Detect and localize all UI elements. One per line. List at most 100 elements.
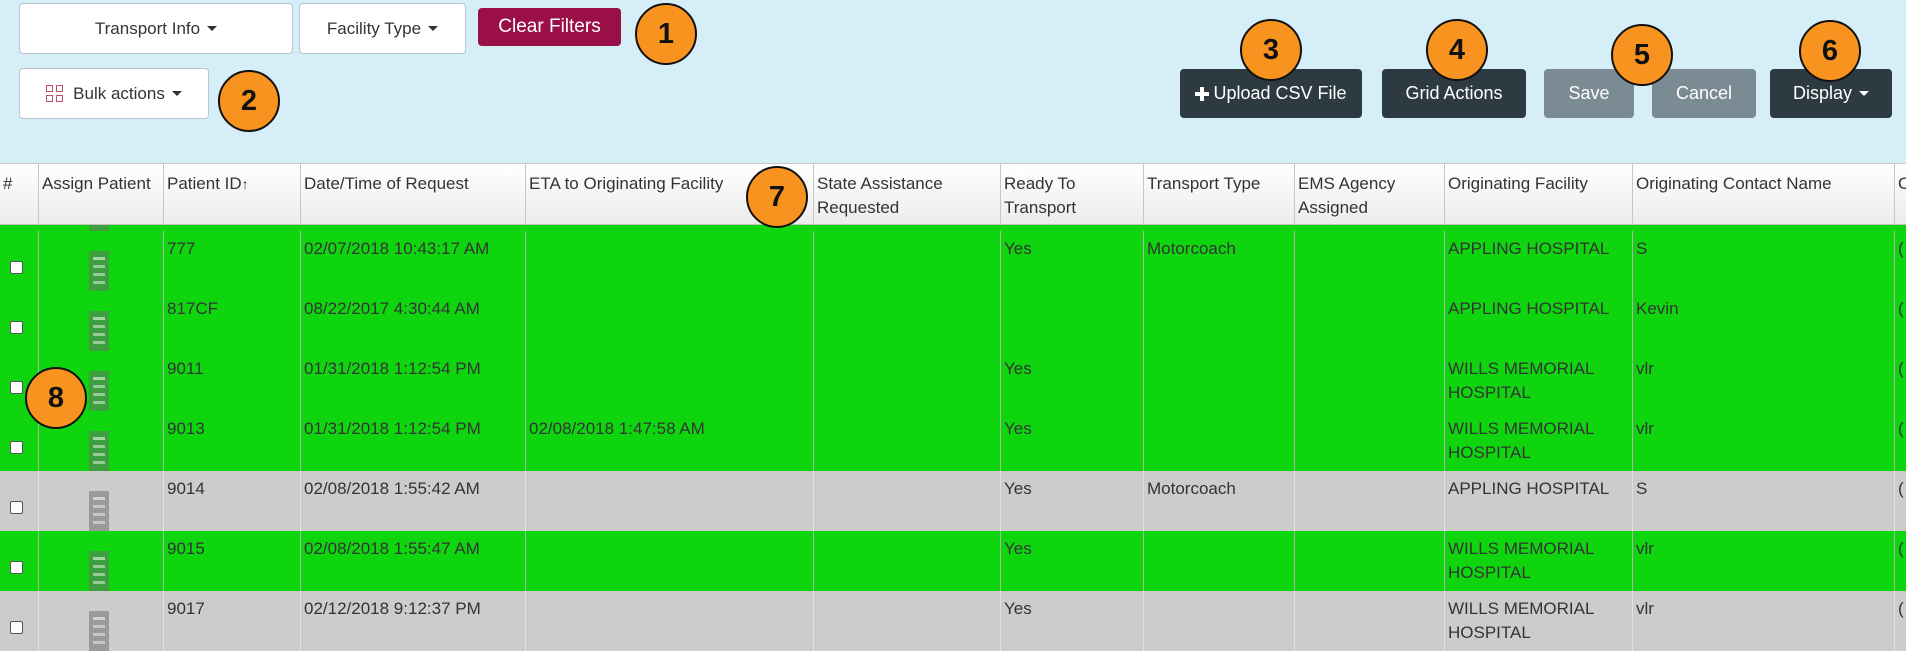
hospital-icon[interactable] [89,551,109,591]
grid-icon [46,85,64,102]
cell-patient-id: 9017 [164,591,301,651]
cell-transport-type [1144,591,1295,651]
column-header-ready-to-transport[interactable]: Ready To Transport [1001,164,1144,226]
hospital-icon[interactable] [89,251,109,291]
cancel-button[interactable]: Cancel [1652,69,1756,118]
column-header-originating-contact[interactable]: Originating Contact Name [1633,164,1895,226]
clear-filters-label: Clear Filters [498,16,601,37]
patient-grid: # Assign Patient Patient ID↑ Date/Time o… [0,163,1906,657]
cell-ready [1001,291,1144,351]
cell-transport-type [1144,351,1295,411]
table-row[interactable]: 9013 01/31/2018 1:12:54 PM 02/08/2018 1:47… [0,411,1906,471]
cell-eta [526,531,814,591]
callout-marker-3: 3 [1240,19,1302,81]
hospital-icon[interactable] [89,371,109,411]
cell-ready: Yes [1001,411,1144,471]
column-header-state-assistance[interactable]: State Assistance Requested [814,164,1001,226]
cell-originating-contact: Kevin [1633,291,1895,351]
cell-originating-contact: S [1633,231,1895,291]
table-row[interactable]: 9017 02/12/2018 9:12:37 PM Yes WILLS MEMORI… [0,591,1906,651]
row-checkbox[interactable] [10,321,23,334]
cell-partial: ( [1898,359,1904,378]
hospital-icon[interactable] [89,431,109,471]
cell-state-assistance [814,411,1001,471]
callout-marker-2: 2 [218,70,280,132]
table-row[interactable]: 777 02/07/2018 10:43:17 AM Yes Motorcoach AP… [0,231,1906,291]
facility-type-label: Facility Type [326,18,422,38]
row-checkbox[interactable] [10,381,23,394]
cell-ems-agency [1295,531,1445,591]
cell-checkbox [0,231,39,291]
bulk-actions-dropdown[interactable]: Bulk actions [19,68,209,119]
cell-transport-type [1144,291,1295,351]
cell-originating-contact: vlr [1633,411,1895,471]
cell-assign-patient [39,291,164,351]
row-checkbox[interactable] [10,441,23,454]
table-row[interactable]: 9015 02/08/2018 1:55:47 AM Yes WILLS MEMORI… [0,531,1906,591]
cancel-label: Cancel [1675,83,1733,103]
cell-ready: Yes [1001,471,1144,531]
column-header-transport-type[interactable]: Transport Type [1144,164,1295,226]
row-checkbox[interactable] [10,501,23,514]
column-header-datetime[interactable]: Date/Time of Request [301,164,526,226]
cell-state-assistance [814,471,1001,531]
table-row[interactable]: 9011 01/31/2018 1:12:54 PM Yes WILLS MEMORI… [0,351,1906,411]
cell-eta [526,291,814,351]
callout-marker-5: 5 [1611,24,1673,86]
row-checkbox[interactable] [10,561,23,574]
table-row[interactable]: 9014 02/08/2018 1:55:42 AM Yes Motorcoach AP… [0,471,1906,531]
clear-filters-button[interactable]: Clear Filters [478,8,621,46]
cell-patient-id: 777 [164,231,301,291]
cell-checkbox [0,591,39,651]
cell-eta [526,591,814,651]
facility-type-dropdown[interactable]: Facility Type [299,3,466,54]
cell-state-assistance [814,291,1001,351]
caret-down-icon [1859,91,1870,96]
column-header-originating-facility[interactable]: Originating Facility [1445,164,1633,226]
column-header-partial[interactable]: O [1895,164,1906,226]
callout-marker-6: 6 [1799,20,1861,82]
cell-assign-patient [39,591,164,651]
cell-partial: ( [1898,599,1904,618]
column-header-ems-agency[interactable]: EMS Agency Assigned [1295,164,1445,226]
cell-datetime: 02/08/2018 1:55:42 AM [301,471,526,531]
column-header-patient-id[interactable]: Patient ID↑ [164,164,301,226]
save-label: Save [1568,83,1610,103]
cell-originating-facility: WILLS MEMORIAL HOSPITAL [1445,531,1633,591]
caret-down-icon [171,91,182,96]
cell-ready: Yes [1001,591,1144,651]
callout-marker-1: 1 [635,3,697,65]
cell-state-assistance [814,351,1001,411]
cell-eta [526,231,814,291]
column-header-assign-patient[interactable]: Assign Patient [39,164,164,226]
cell-ready: Yes [1001,351,1144,411]
table-row[interactable]: 817CF 08/22/2017 4:30:44 AM APPLING HOSPIT… [0,291,1906,351]
cell-partial: ( [1898,299,1904,318]
hospital-icon[interactable] [89,311,109,351]
cell-ems-agency [1295,351,1445,411]
cell-partial: ( [1898,479,1904,498]
hospital-icon[interactable] [89,611,109,651]
cell-partial: ( [1898,239,1904,258]
cell-ready: Yes [1001,231,1144,291]
cell-originating-contact: S [1633,471,1895,531]
transport-info-dropdown[interactable]: Transport Info [19,3,293,54]
cell-ready: Yes [1001,531,1144,591]
cell-eta [526,351,814,411]
column-header-number[interactable]: # [0,164,39,226]
cell-ems-agency [1295,231,1445,291]
cell-originating-facility: WILLS MEMORIAL HOSPITAL [1445,411,1633,471]
cell-partial: ( [1898,539,1904,558]
row-checkbox[interactable] [10,621,23,634]
cell-ems-agency [1295,411,1445,471]
hospital-icon[interactable] [89,491,109,531]
cell-originating-facility: APPLING HOSPITAL [1445,471,1633,531]
row-checkbox[interactable] [10,261,23,274]
cell-originating-contact: vlr [1633,591,1895,651]
cell-transport-type [1144,411,1295,471]
cell-state-assistance [814,591,1001,651]
callout-marker-4: 4 [1426,19,1488,81]
transport-info-label: Transport Info [94,18,201,38]
cell-datetime: 08/22/2017 4:30:44 AM [301,291,526,351]
cell-originating-facility: WILLS MEMORIAL HOSPITAL [1445,351,1633,411]
